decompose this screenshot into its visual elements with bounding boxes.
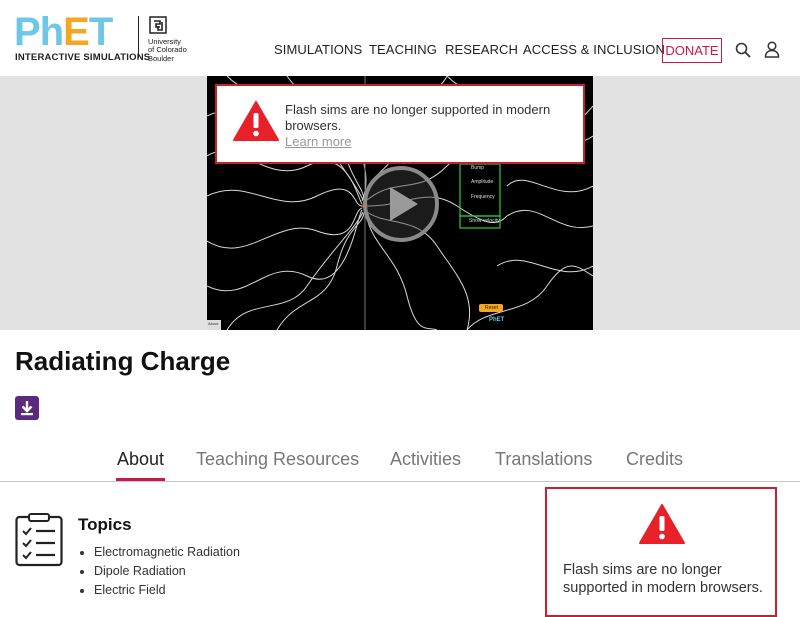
cu-boulder-logo[interactable]: University of Colorado Boulder	[148, 16, 198, 64]
cu-mark-icon	[149, 16, 167, 34]
checklist-icon	[15, 513, 63, 567]
topic-item: Dipole Radiation	[80, 562, 240, 581]
flash-warning-sidebar: Flash sims are no longer supported in mo…	[545, 487, 777, 617]
active-tab-indicator	[116, 478, 165, 481]
nav-teaching[interactable]: TEACHING	[369, 42, 437, 57]
logo-divider	[138, 16, 139, 58]
sim-panel-show-velocity: Show velocity	[469, 218, 500, 224]
topics-list: Electromagnetic Radiation Dipole Radiati…	[80, 543, 240, 600]
download-button[interactable]	[15, 396, 39, 420]
sim-reset-button: Reset	[485, 305, 499, 311]
flash-warning-message: Flash sims are no longer supported in mo…	[285, 102, 551, 133]
tab-teaching-resources[interactable]: Teaching Resources	[196, 449, 359, 470]
warning-icon	[639, 504, 685, 544]
tab-credits[interactable]: Credits	[626, 449, 683, 470]
donate-button[interactable]: DONATE	[662, 38, 722, 63]
phet-logo-text: PhET	[14, 10, 113, 54]
sim-panel-frequency: Frequency	[471, 194, 495, 200]
cu-line: Boulder	[148, 53, 174, 63]
user-icon[interactable]	[764, 41, 780, 58]
download-icon	[21, 401, 33, 416]
cu-boulder-text: University of Colorado Boulder	[148, 37, 187, 63]
phet-logo-subtitle: INTERACTIVE SIMULATIONS	[15, 52, 151, 63]
page-title: Radiating Charge	[15, 346, 231, 376]
tab-activities[interactable]: Activities	[390, 449, 461, 470]
phet-logo[interactable]: PhET INTERACTIVE SIMULATIONS	[14, 8, 150, 64]
learn-more-link[interactable]: Learn more	[285, 134, 351, 149]
nav-access-inclusion[interactable]: ACCESS & INCLUSION	[523, 42, 665, 57]
play-icon[interactable]	[362, 165, 440, 243]
sim-panel-bump: Bump	[471, 165, 485, 171]
warning-icon	[233, 101, 279, 141]
tab-translations[interactable]: Translations	[495, 449, 592, 470]
site-header: PhET INTERACTIVE SIMULATIONS University …	[0, 0, 800, 76]
content-tabs: About Teaching Resources Activities Tran…	[0, 440, 800, 482]
sim-about-corner: About	[208, 321, 219, 326]
topics-heading: Topics	[78, 515, 132, 534]
sim-phet-logo: PhET	[489, 317, 505, 323]
side-warning-message: Flash sims are no longer supported in mo…	[563, 562, 763, 596]
sim-panel-amplitude: Amplitude	[471, 179, 494, 185]
nav-research[interactable]: RESEARCH	[445, 42, 518, 57]
topic-item: Electric Field	[80, 581, 240, 600]
topic-item: Electromagnetic Radiation	[80, 543, 240, 562]
search-icon[interactable]	[735, 42, 751, 58]
nav-simulations[interactable]: SIMULATIONS	[274, 42, 362, 57]
flash-warning-banner: Flash sims are no longer supported in mo…	[215, 84, 585, 164]
tab-about[interactable]: About	[117, 449, 164, 470]
